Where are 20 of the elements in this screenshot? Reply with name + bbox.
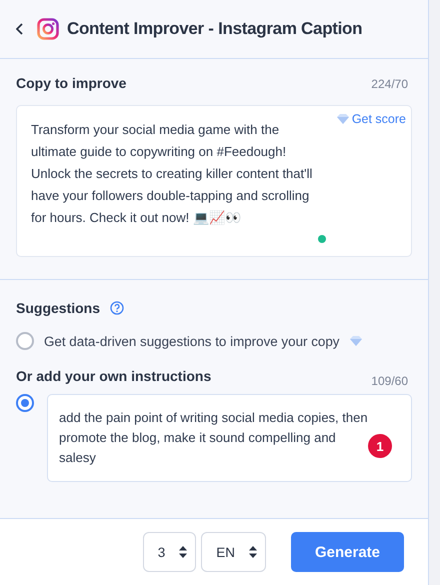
character-count: 109/60 xyxy=(371,374,408,388)
back-icon[interactable] xyxy=(16,22,24,36)
radio-button[interactable] xyxy=(16,332,34,350)
up-down-icon xyxy=(179,546,188,558)
count-select[interactable]: 3 xyxy=(142,532,196,572)
generate-button[interactable]: Generate xyxy=(291,532,404,572)
camera-icon xyxy=(37,18,59,40)
diamond-icon xyxy=(336,114,349,124)
section-label: Suggestions xyxy=(16,300,100,316)
option-label: Get data-driven suggestions to improve your copy xyxy=(44,334,340,348)
get-score-link[interactable]: Get score xyxy=(336,112,406,126)
radio-button[interactable] xyxy=(16,394,34,412)
option-label: Or add your own instructions xyxy=(16,368,212,384)
language-select[interactable]: EN xyxy=(201,532,266,572)
help-icon[interactable] xyxy=(110,301,124,315)
section-label: Copy to improve xyxy=(16,75,126,91)
page-title: Content Improver - Instagram Caption xyxy=(67,19,362,39)
diamond-icon xyxy=(350,336,362,346)
character-count: 224/70 xyxy=(371,77,408,91)
up-down-icon xyxy=(249,546,257,558)
